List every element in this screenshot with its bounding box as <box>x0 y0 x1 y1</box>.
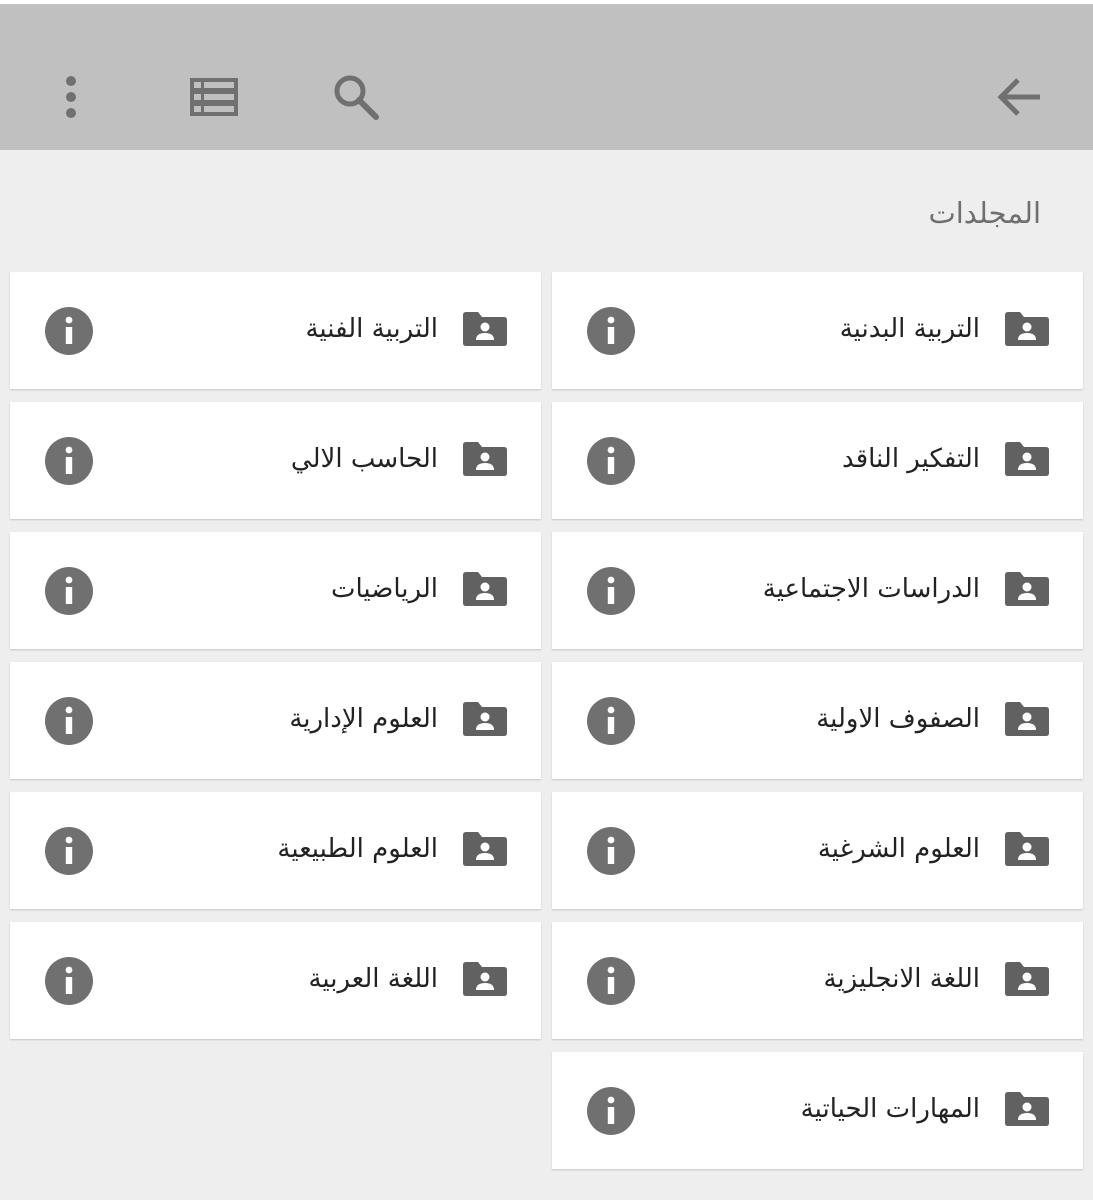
shared-folder-icon <box>463 312 507 346</box>
list-view-icon[interactable] <box>182 65 246 129</box>
info-icon[interactable] <box>587 827 635 875</box>
more-vert-icon[interactable] <box>39 65 103 129</box>
shared-folder-icon <box>463 832 507 866</box>
shared-folder-icon <box>463 962 507 996</box>
shared-folder-icon <box>463 442 507 476</box>
info-icon[interactable] <box>587 567 635 615</box>
shared-folder-icon <box>1005 1092 1049 1126</box>
folder-label: العلوم الطبيعية <box>277 834 438 864</box>
folder-label: الرياضيات <box>331 574 438 604</box>
shared-folder-icon <box>1005 962 1049 996</box>
shared-folder-icon <box>1005 832 1049 866</box>
shared-folder-icon <box>1005 442 1049 476</box>
folder-label: العلوم الإدارية <box>289 704 438 734</box>
folder-card[interactable]: التربية البدنية <box>552 272 1083 389</box>
search-icon[interactable] <box>324 65 388 129</box>
folder-label: التربية البدنية <box>839 314 980 344</box>
folder-card[interactable]: المهارات الحياتية <box>552 1052 1083 1169</box>
info-icon[interactable] <box>587 437 635 485</box>
info-icon[interactable] <box>45 307 93 355</box>
folder-label: الحاسب الالي <box>290 444 438 474</box>
folder-card[interactable]: العلوم الشرغية <box>552 792 1083 909</box>
info-icon[interactable] <box>45 697 93 745</box>
app-bar <box>0 4 1093 150</box>
folder-label: اللغة الانجليزية <box>823 964 980 994</box>
info-icon[interactable] <box>587 1087 635 1135</box>
info-icon[interactable] <box>45 827 93 875</box>
folder-card[interactable]: اللغة الانجليزية <box>552 922 1083 1039</box>
shared-folder-icon <box>1005 572 1049 606</box>
folder-card[interactable]: اللغة العربية <box>10 922 541 1039</box>
info-icon[interactable] <box>45 957 93 1005</box>
info-icon[interactable] <box>587 307 635 355</box>
info-icon[interactable] <box>587 697 635 745</box>
info-icon[interactable] <box>45 437 93 485</box>
folder-card[interactable]: الحاسب الالي <box>10 402 541 519</box>
folder-label: اللغة العربية <box>308 964 438 994</box>
folder-label: الصفوف الاولية <box>816 704 980 734</box>
shared-folder-icon <box>463 572 507 606</box>
section-title: المجلدات <box>928 196 1041 230</box>
folder-label: العلوم الشرغية <box>817 834 980 864</box>
folder-grid: التربية البدنية التربية الفنية التفكير ا… <box>10 272 1083 1169</box>
folder-card[interactable]: الدراسات الاجتماعية <box>552 532 1083 649</box>
folder-label: التفكير الناقد <box>842 444 980 474</box>
shared-folder-icon <box>1005 312 1049 346</box>
info-icon[interactable] <box>587 957 635 1005</box>
folder-label: التربية الفنية <box>305 314 438 344</box>
folder-card[interactable]: التفكير الناقد <box>552 402 1083 519</box>
shared-folder-icon <box>463 702 507 736</box>
folder-card[interactable]: الصفوف الاولية <box>552 662 1083 779</box>
folder-card[interactable]: التربية الفنية <box>10 272 541 389</box>
info-icon[interactable] <box>45 567 93 615</box>
folder-card[interactable]: العلوم الإدارية <box>10 662 541 779</box>
folder-label: الدراسات الاجتماعية <box>762 574 980 604</box>
folder-card[interactable]: الرياضيات <box>10 532 541 649</box>
shared-folder-icon <box>1005 702 1049 736</box>
folder-card[interactable]: العلوم الطبيعية <box>10 792 541 909</box>
arrow-back-icon[interactable] <box>988 65 1052 129</box>
folder-label: المهارات الحياتية <box>800 1094 980 1124</box>
